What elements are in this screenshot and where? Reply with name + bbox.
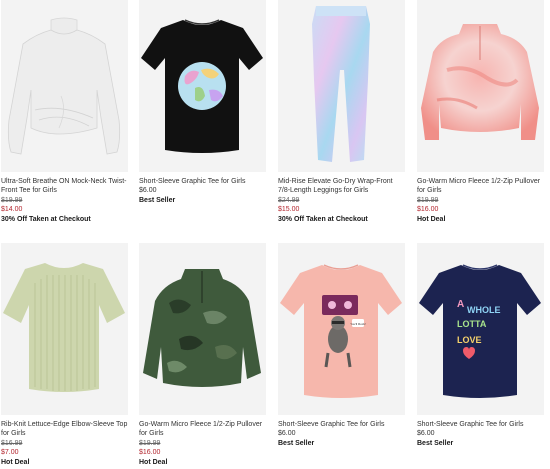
product-name[interactable]: Go-Warm Micro Fleece 1/2-Zip Pullover fo… [139,420,266,439]
product-name[interactable]: Ultra-Soft Breathe ON Mock-Neck Twist-Fr… [1,177,128,196]
product-info: Short-Sleeve Graphic Tee for Girls $6.00… [417,420,544,448]
sale-price: $15.00 [278,206,300,214]
navy-whole-lotta-love-tee-icon: A WHOLE LOTTA LOVE [417,243,544,415]
tee-text-a: A [457,299,464,310]
product-name[interactable]: Go-Warm Micro Fleece 1/2-Zip Pullover fo… [417,177,544,196]
original-price: $19.99 [139,439,161,447]
product-name[interactable]: Mid-Rise Elevate Go-Dry Wrap-Front 7/8-L… [278,177,405,196]
product-image[interactable] [1,243,128,415]
product-info: Short-Sleeve Graphic Tee for Girls $6.00… [139,177,266,205]
promo-badge: Hot Deal [1,458,30,466]
white-mock-neck-tee-icon [1,0,128,172]
product-info: Go-Warm Micro Fleece 1/2-Zip Pullover fo… [417,177,544,224]
original-price: $16.99 [1,439,23,447]
product-image[interactable]: A WHOLE LOTTA LOVE [417,243,544,415]
promo-badge: Hot Deal [139,458,168,466]
sale-price: $14.00 [1,206,23,214]
product-info: Rib-Knit Lettuce-Edge Elbow-Sleeve Top f… [1,420,128,467]
product-grid: Ultra-Soft Breathe ON Mock-Neck Twist-Fr… [0,0,550,469]
product-info: Short-Sleeve Graphic Tee for Girls $6.00… [278,420,405,448]
product-name[interactable]: Short-Sleeve Graphic Tee for Girls [278,420,405,429]
promo-badge: 30% Off Taken at Checkout [1,215,91,223]
price: $6.00 [417,430,435,438]
product-image[interactable] [1,0,128,172]
product-image[interactable] [139,243,266,415]
pink-raccoon-graphic-tee-icon: You'll Rock! [278,243,405,415]
sale-price: $7.00 [1,449,19,457]
product-info: Go-Warm Micro Fleece 1/2-Zip Pullover fo… [139,420,266,467]
tie-dye-leggings-icon [278,0,405,172]
promo-badge: Best Seller [278,439,315,447]
pink-tie-dye-fleece-pullover-icon [417,0,544,172]
promo-badge: Best Seller [139,196,176,204]
product-name[interactable]: Rib-Knit Lettuce-Edge Elbow-Sleeve Top f… [1,420,128,439]
sage-rib-knit-top-icon [1,243,128,415]
original-price: $19.99 [1,196,23,204]
sale-price: $16.00 [417,206,439,214]
product-name[interactable]: Short-Sleeve Graphic Tee for Girls [139,177,266,186]
black-earth-graphic-tee-icon [139,0,266,172]
tee-text-lotta: LOTTA [457,319,487,329]
promo-badge: 30% Off Taken at Checkout [278,215,368,223]
promo-badge: Best Seller [417,439,454,447]
product-image[interactable] [278,0,405,172]
product-image[interactable] [139,0,266,172]
tee-text-whole: WHOLE [467,305,501,315]
original-price: $19.99 [417,196,439,204]
product-info: Ultra-Soft Breathe ON Mock-Neck Twist-Fr… [1,177,128,224]
tee-text-love: LOVE [457,335,482,345]
product-image[interactable]: You'll Rock! [278,243,405,415]
sale-price: $16.00 [139,449,161,457]
price: $6.00 [139,187,157,195]
product-image[interactable] [417,0,544,172]
product-name[interactable]: Short-Sleeve Graphic Tee for Girls [417,420,544,429]
product-info: Mid-Rise Elevate Go-Dry Wrap-Front 7/8-L… [278,177,405,224]
price: $6.00 [278,430,296,438]
camo-fleece-pullover-icon [139,243,266,415]
promo-badge: Hot Deal [417,215,446,223]
speech-bubble-text: You'll Rock! [350,322,366,326]
original-price: $24.99 [278,196,300,204]
